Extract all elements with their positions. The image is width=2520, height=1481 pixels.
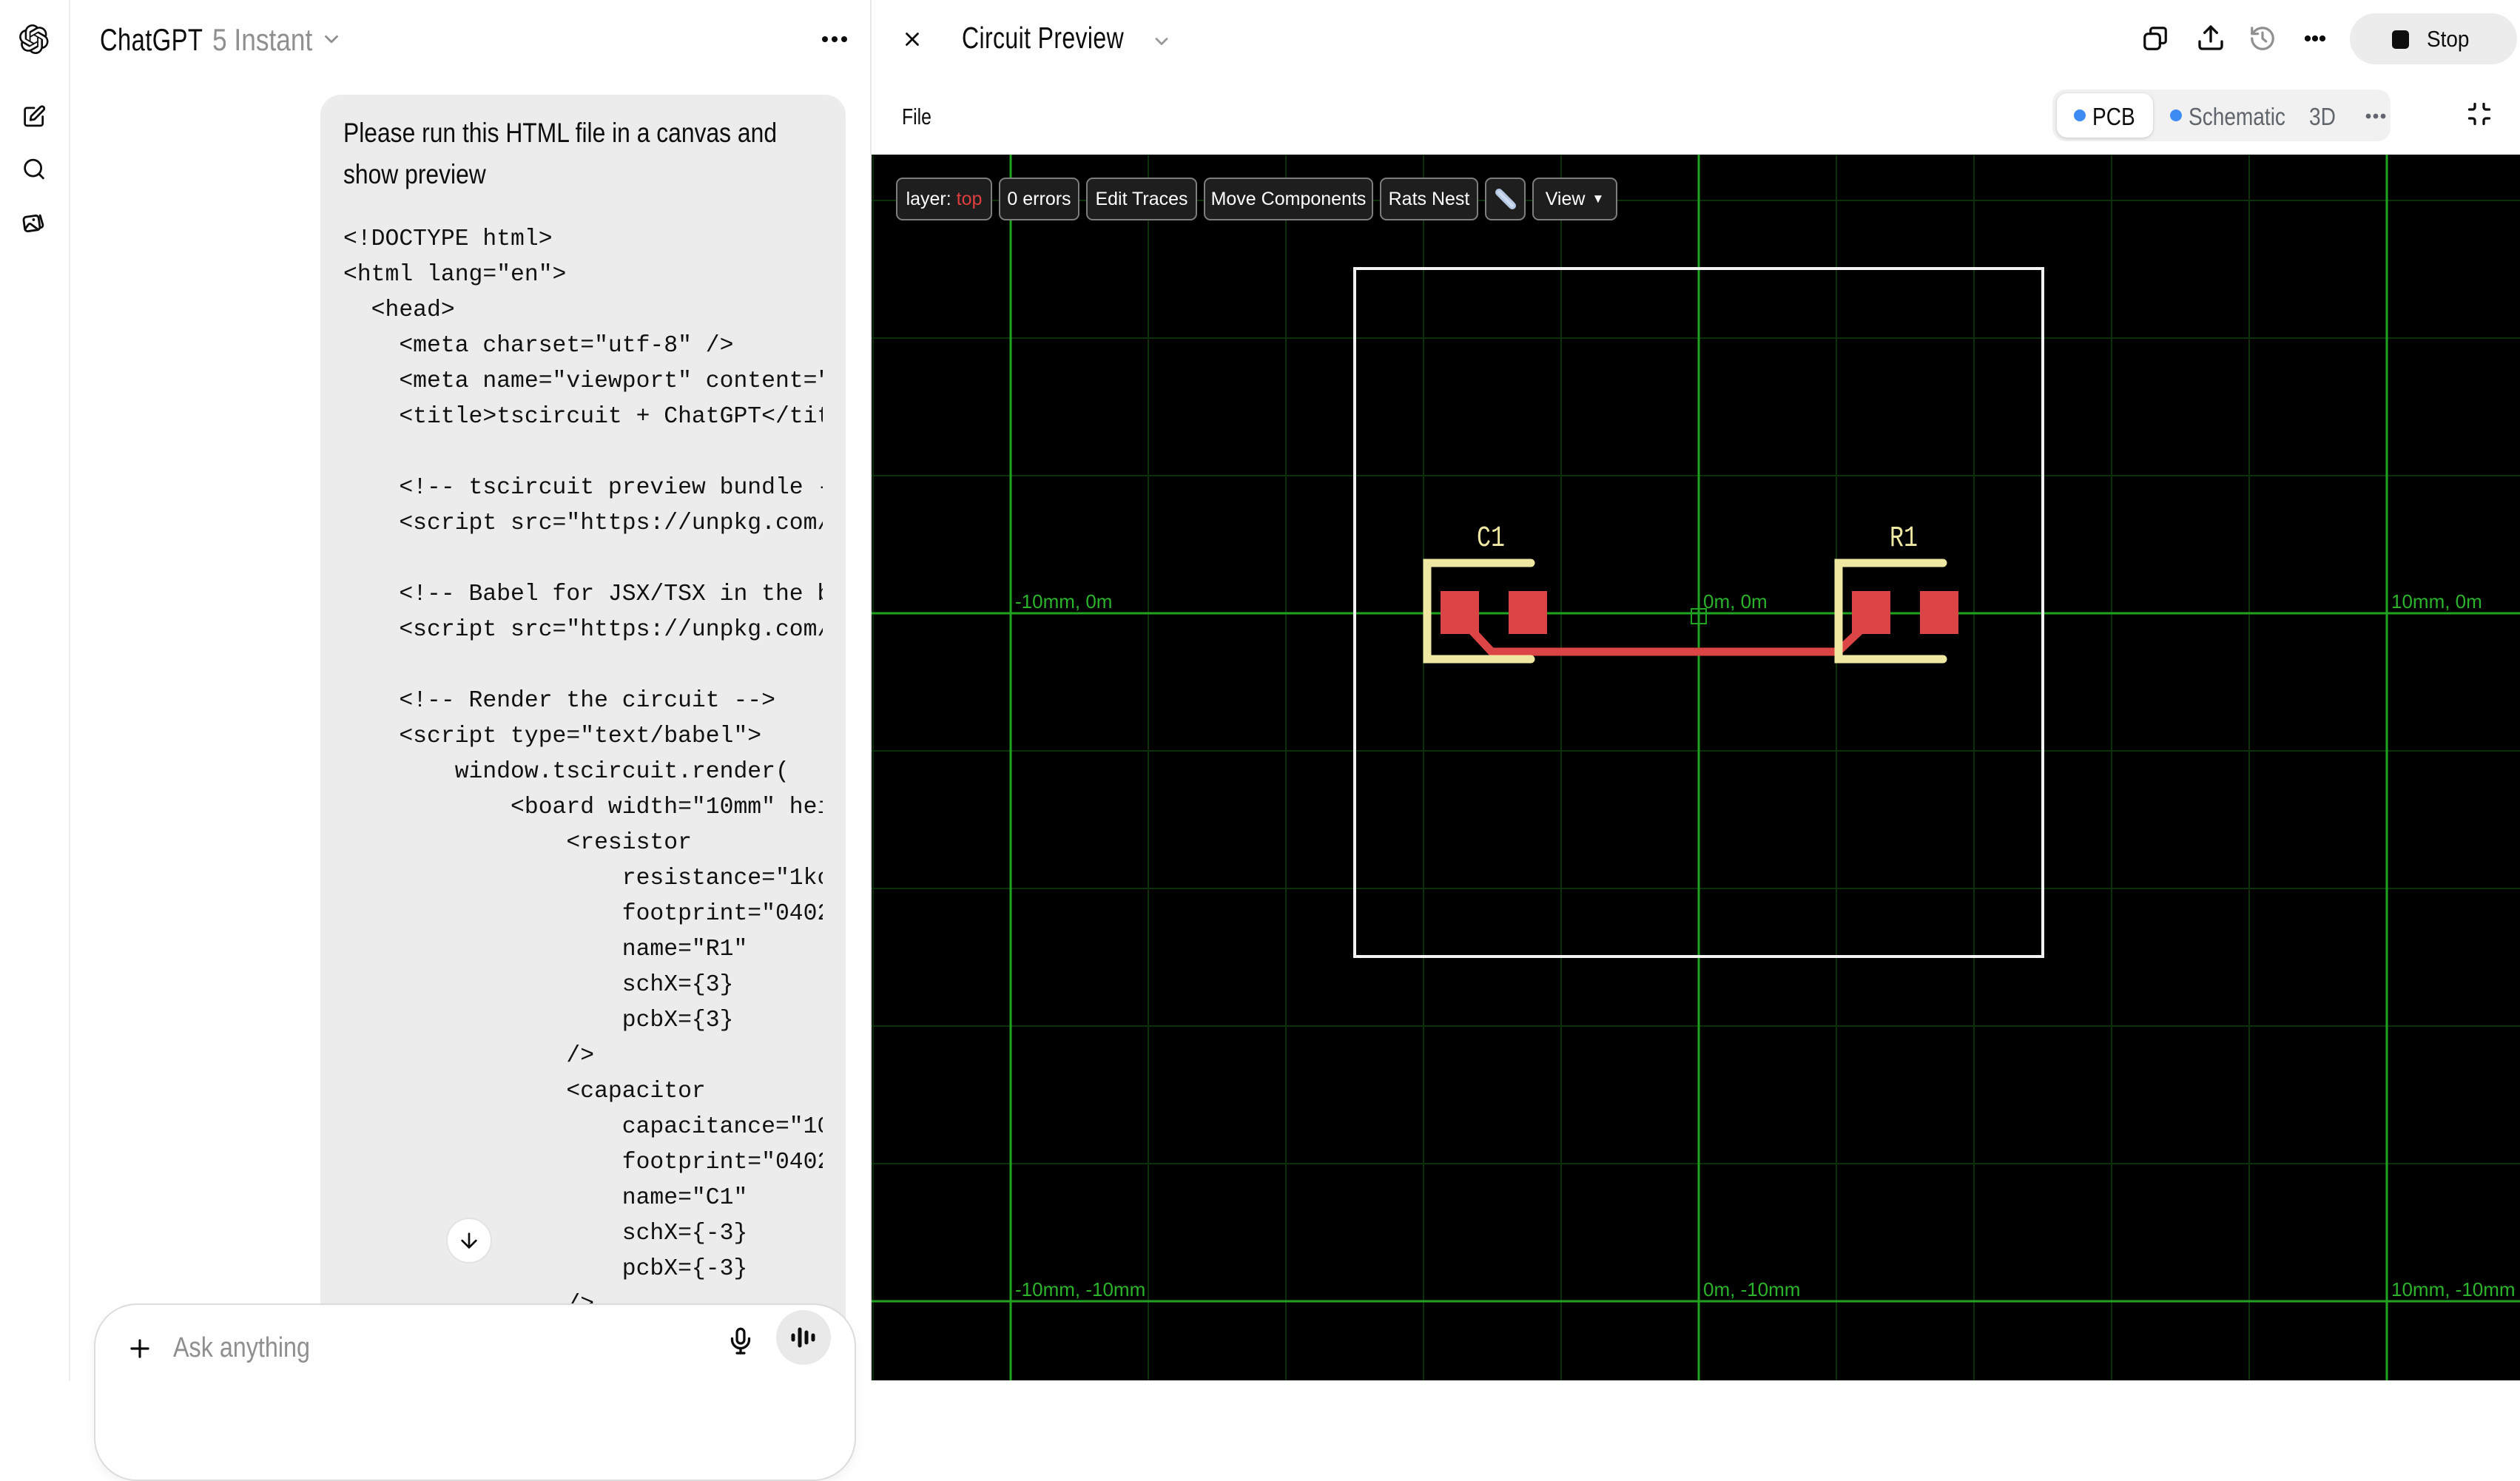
svg-text:-10mm, 0m: -10mm, 0m xyxy=(1015,590,1112,613)
svg-text:-10mm, -10mm: -10mm, -10mm xyxy=(1015,1278,1145,1300)
svg-text:R1: R1 xyxy=(1890,522,1918,556)
svg-text:0m, -10mm: 0m, -10mm xyxy=(1703,1278,1800,1300)
svg-text:10mm, 0m: 10mm, 0m xyxy=(2391,590,2482,613)
svg-text:C1: C1 xyxy=(1477,522,1505,556)
svg-text:0m, 0m: 0m, 0m xyxy=(1703,590,1768,613)
svg-text:10mm, -10mm: 10mm, -10mm xyxy=(2391,1278,2516,1300)
